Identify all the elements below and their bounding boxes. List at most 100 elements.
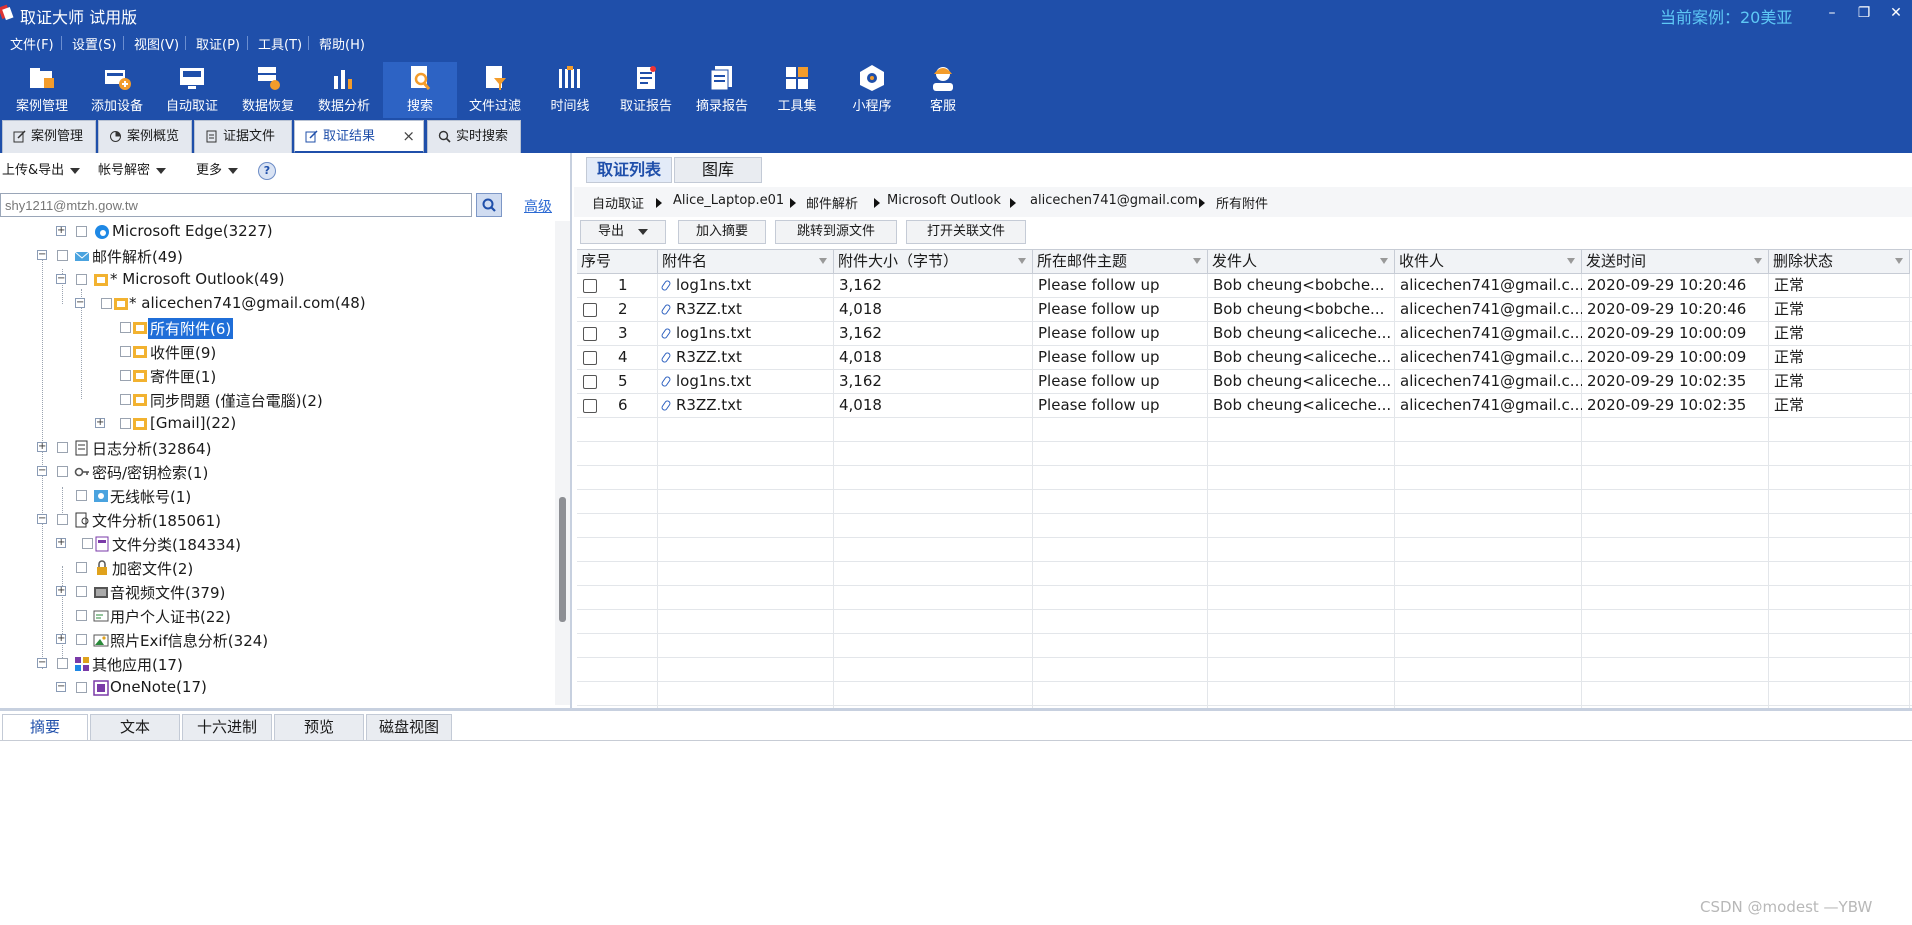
expand-icon[interactable]: + <box>56 538 66 548</box>
filter-icon[interactable] <box>1380 258 1388 264</box>
table-row[interactable]: 6 R3ZZ.txt 4,018 Please follow up Bob ch… <box>577 394 1912 418</box>
tree-checkbox[interactable] <box>120 346 131 357</box>
tab-case-overview[interactable]: 案例概览 <box>98 120 192 153</box>
add-device-button[interactable]: 添加设备 <box>80 62 154 118</box>
tree-checkbox[interactable] <box>76 562 87 573</box>
collapse-icon[interactable]: − <box>37 466 47 476</box>
tree-checkbox[interactable] <box>57 658 68 669</box>
tree-node-microsoft-outlook[interactable]: − * Microsoft Outlook(49) <box>0 269 555 291</box>
collapse-icon[interactable]: − <box>56 682 66 692</box>
tree-checkbox[interactable] <box>57 514 68 525</box>
tree-checkbox[interactable] <box>120 394 131 405</box>
upload-export-dropdown[interactable]: 上传&导出 <box>0 159 81 183</box>
tree-node-sync-issues[interactable]: 同步問題 (僅這台電腦)(2) <box>0 389 555 411</box>
tab-evidence-files[interactable]: 证据文件 <box>194 120 292 153</box>
data-recovery-button[interactable]: 数据恢复 <box>231 62 305 118</box>
tree-checkbox[interactable] <box>76 634 87 645</box>
tree-checkbox[interactable] <box>76 682 87 693</box>
search-button[interactable]: 搜索 <box>383 62 457 118</box>
add-excerpt-button[interactable]: 加入摘要 <box>678 220 766 244</box>
tree-checkbox[interactable] <box>76 586 87 597</box>
breadcrumb-item[interactable]: Alice_Laptop.e01 <box>673 193 784 208</box>
tree-node-file-classification[interactable]: + 文件分类(184334) <box>0 533 555 555</box>
tab-case-management[interactable]: 案例管理 <box>2 120 96 153</box>
tab-disk-view[interactable]: 磁盘视图 <box>366 714 452 740</box>
customer-service-button[interactable]: 客服 <box>906 62 980 118</box>
tree-checkbox[interactable] <box>76 274 87 285</box>
tree-checkbox[interactable] <box>120 322 131 333</box>
tree-checkbox[interactable] <box>57 442 68 453</box>
column-header-index[interactable]: 序号 <box>577 250 658 274</box>
column-header-attachment-name[interactable]: 附件名 <box>658 250 834 274</box>
case-management-button[interactable]: 案例管理 <box>5 62 79 118</box>
column-header-send-time[interactable]: 发送时间 <box>1582 250 1769 274</box>
auto-forensics-button[interactable]: 自动取证 <box>155 62 229 118</box>
menu-view[interactable]: 视图(V) <box>134 34 179 53</box>
tab-close-icon[interactable]: × <box>402 121 415 152</box>
menu-help[interactable]: 帮助(H) <box>319 34 365 53</box>
tree-node-log-analysis[interactable]: + 日志分析(32864) <box>0 437 555 459</box>
tree-node-mail-account[interactable]: − * alicechen741@gmail.com(48) <box>0 293 555 315</box>
advanced-search-link[interactable]: 高级 <box>524 196 552 216</box>
toolkit-button[interactable]: 工具集 <box>760 62 834 118</box>
tree-checkbox[interactable] <box>76 610 87 621</box>
tab-preview[interactable]: 预览 <box>274 714 364 740</box>
restore-button[interactable]: ❐ <box>1852 3 1876 23</box>
tree-scrollbar-thumb[interactable] <box>559 497 566 622</box>
breadcrumb-item[interactable]: 邮件解析 <box>806 193 858 212</box>
row-checkbox[interactable] <box>583 375 597 389</box>
tree-node-inbox[interactable]: 收件匣(9) <box>0 341 555 363</box>
tab-summary[interactable]: 摘要 <box>2 714 88 740</box>
tree-checkbox[interactable] <box>57 250 68 261</box>
tree-node-mail-analysis[interactable]: − 邮件解析(49) <box>0 245 555 267</box>
tree-search-button[interactable] <box>476 193 502 217</box>
breadcrumb-item[interactable]: Microsoft Outlook <box>887 193 1001 208</box>
tree-node-microsoft-edge[interactable]: + Microsoft Edge(3227) <box>0 221 555 243</box>
collapse-icon[interactable]: − <box>37 658 47 668</box>
column-header-attachment-size[interactable]: 附件大小（字节） <box>834 250 1033 274</box>
close-window-button[interactable]: ✕ <box>1884 3 1908 23</box>
filter-icon[interactable] <box>1193 258 1201 264</box>
column-header-sender[interactable]: 发件人 <box>1208 250 1395 274</box>
table-row[interactable]: 2 R3ZZ.txt 4,018 Please follow up Bob ch… <box>577 298 1912 322</box>
tree-checkbox[interactable] <box>57 466 68 477</box>
tab-forensic-results[interactable]: 取证结果 × <box>294 120 424 153</box>
data-analysis-button[interactable]: 数据分析 <box>307 62 381 118</box>
horizontal-splitter[interactable] <box>0 708 1912 711</box>
jump-to-source-button[interactable]: 跳转到源文件 <box>775 220 897 244</box>
tree-search-input[interactable] <box>0 193 472 217</box>
menu-file[interactable]: 文件(F) <box>10 34 54 53</box>
tab-hex[interactable]: 十六进制 <box>182 714 272 740</box>
tab-gallery[interactable]: 图库 <box>674 157 762 183</box>
table-row[interactable]: 4 R3ZZ.txt 4,018 Please follow up Bob ch… <box>577 346 1912 370</box>
tree-checkbox[interactable] <box>76 226 87 237</box>
collapse-icon[interactable]: − <box>56 274 66 284</box>
tree-node-onenote[interactable]: − OneNote(17) <box>0 677 555 699</box>
menu-forensics[interactable]: 取证(P) <box>196 34 240 53</box>
expand-icon[interactable]: + <box>37 442 47 452</box>
tree-node-gmail[interactable]: + [Gmail](22) <box>0 413 555 435</box>
row-checkbox[interactable] <box>583 327 597 341</box>
tree-node-file-analysis[interactable]: − 文件分析(185061) <box>0 509 555 531</box>
open-related-file-button[interactable]: 打开关联文件 <box>906 220 1026 244</box>
tree-node-media-files[interactable]: + 音视频文件(379) <box>0 581 555 603</box>
filter-icon[interactable] <box>819 258 827 264</box>
forensic-report-button[interactable]: 取证报告 <box>609 62 683 118</box>
collapse-icon[interactable]: − <box>37 514 47 524</box>
filter-icon[interactable] <box>1754 258 1762 264</box>
tree-node-user-certificates[interactable]: 用户个人证书(22) <box>0 605 555 627</box>
tree-node-password-search[interactable]: − 密码/密钥检索(1) <box>0 461 555 483</box>
mini-program-button[interactable]: 小程序 <box>835 62 909 118</box>
breadcrumb-item[interactable]: 所有附件 <box>1216 193 1268 212</box>
breadcrumb-item[interactable]: 自动取证 <box>592 193 644 212</box>
export-dropdown[interactable]: 导出 <box>580 220 666 244</box>
tree-node-sent[interactable]: 寄件匣(1) <box>0 365 555 387</box>
table-row[interactable]: 5 log1ns.txt 3,162 Please follow up Bob … <box>577 370 1912 394</box>
tree-checkbox[interactable] <box>120 418 131 429</box>
tree-scrollbar[interactable] <box>555 221 570 705</box>
table-row[interactable]: 1 log1ns.txt 3,162 Please follow up Bob … <box>577 274 1912 298</box>
filter-icon[interactable] <box>1018 258 1026 264</box>
minimize-button[interactable]: – <box>1820 3 1844 23</box>
tab-text[interactable]: 文本 <box>90 714 180 740</box>
tab-realtime-search[interactable]: 实时搜索 <box>427 120 521 153</box>
